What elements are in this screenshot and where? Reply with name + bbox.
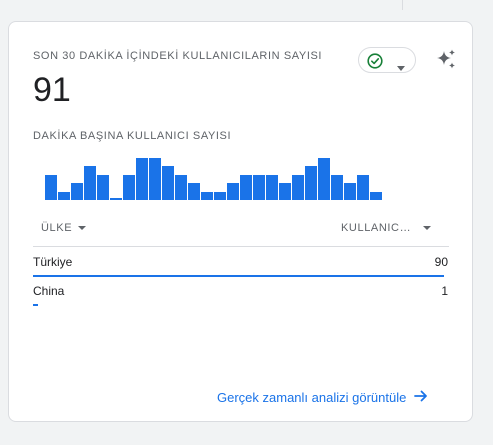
caret-down-icon	[397, 58, 405, 76]
minute-bar	[201, 192, 213, 200]
minute-bar	[175, 175, 187, 200]
users-per-minute-chart	[45, 152, 439, 200]
view-realtime-link[interactable]: Gerçek zamanlı analizi görüntüle	[217, 390, 428, 405]
minute-bar	[240, 175, 252, 200]
minute-bar	[58, 192, 70, 200]
minute-bar	[45, 175, 57, 200]
top-divider	[402, 0, 403, 10]
status-dropdown[interactable]	[358, 47, 416, 73]
row-country-name: Türkiye	[33, 255, 73, 269]
card-title: SON 30 DAKİKA İÇİNDEKİ KULLANICILARIN SA…	[33, 50, 323, 62]
minute-bar	[279, 183, 291, 200]
minute-bar	[331, 175, 343, 200]
minute-bar	[162, 166, 174, 200]
view-realtime-label: Gerçek zamanlı analizi görüntüle	[217, 390, 407, 405]
minute-bar	[266, 175, 278, 200]
header-divider	[33, 246, 449, 247]
minute-bar	[97, 175, 109, 200]
minute-bar	[123, 175, 135, 200]
minute-bar	[227, 183, 239, 200]
minute-bar	[292, 175, 304, 200]
row-share-bar	[33, 275, 444, 277]
per-minute-chart-title: DAKİKA BAŞINA KULLANICI SAYISI	[33, 130, 232, 142]
realtime-users-card: SON 30 DAKİKA İÇİNDEKİ KULLANICILARIN SA…	[8, 21, 473, 422]
sparkle-icon[interactable]	[434, 48, 458, 77]
minute-bar	[188, 183, 200, 200]
arrow-right-icon	[414, 390, 428, 405]
minute-bar	[84, 166, 96, 200]
minute-bar	[318, 158, 330, 200]
users-column-header[interactable]: KULLANIC…	[341, 222, 432, 234]
minute-bar	[110, 198, 122, 200]
check-circle-icon	[367, 53, 383, 74]
minute-bar	[370, 192, 382, 200]
row-users-value: 90	[434, 255, 448, 269]
row-share-bar	[33, 304, 38, 306]
country-column-label: ÜLKE	[41, 222, 73, 234]
minute-bar	[344, 183, 356, 200]
minute-bar	[214, 192, 226, 200]
row-users-value: 1	[441, 284, 448, 298]
sort-down-icon	[78, 226, 87, 230]
country-column-header[interactable]: ÜLKE	[41, 222, 87, 234]
sort-down-icon	[423, 226, 432, 230]
minute-bar	[305, 166, 317, 200]
minute-bar	[136, 158, 148, 200]
minute-bar	[71, 183, 83, 200]
minute-bar	[253, 175, 265, 200]
minute-bar	[357, 175, 369, 200]
minute-bar	[149, 158, 161, 200]
users-column-label: KULLANIC…	[341, 222, 412, 234]
total-users-count: 91	[33, 71, 71, 109]
row-country-name: China	[33, 284, 65, 298]
